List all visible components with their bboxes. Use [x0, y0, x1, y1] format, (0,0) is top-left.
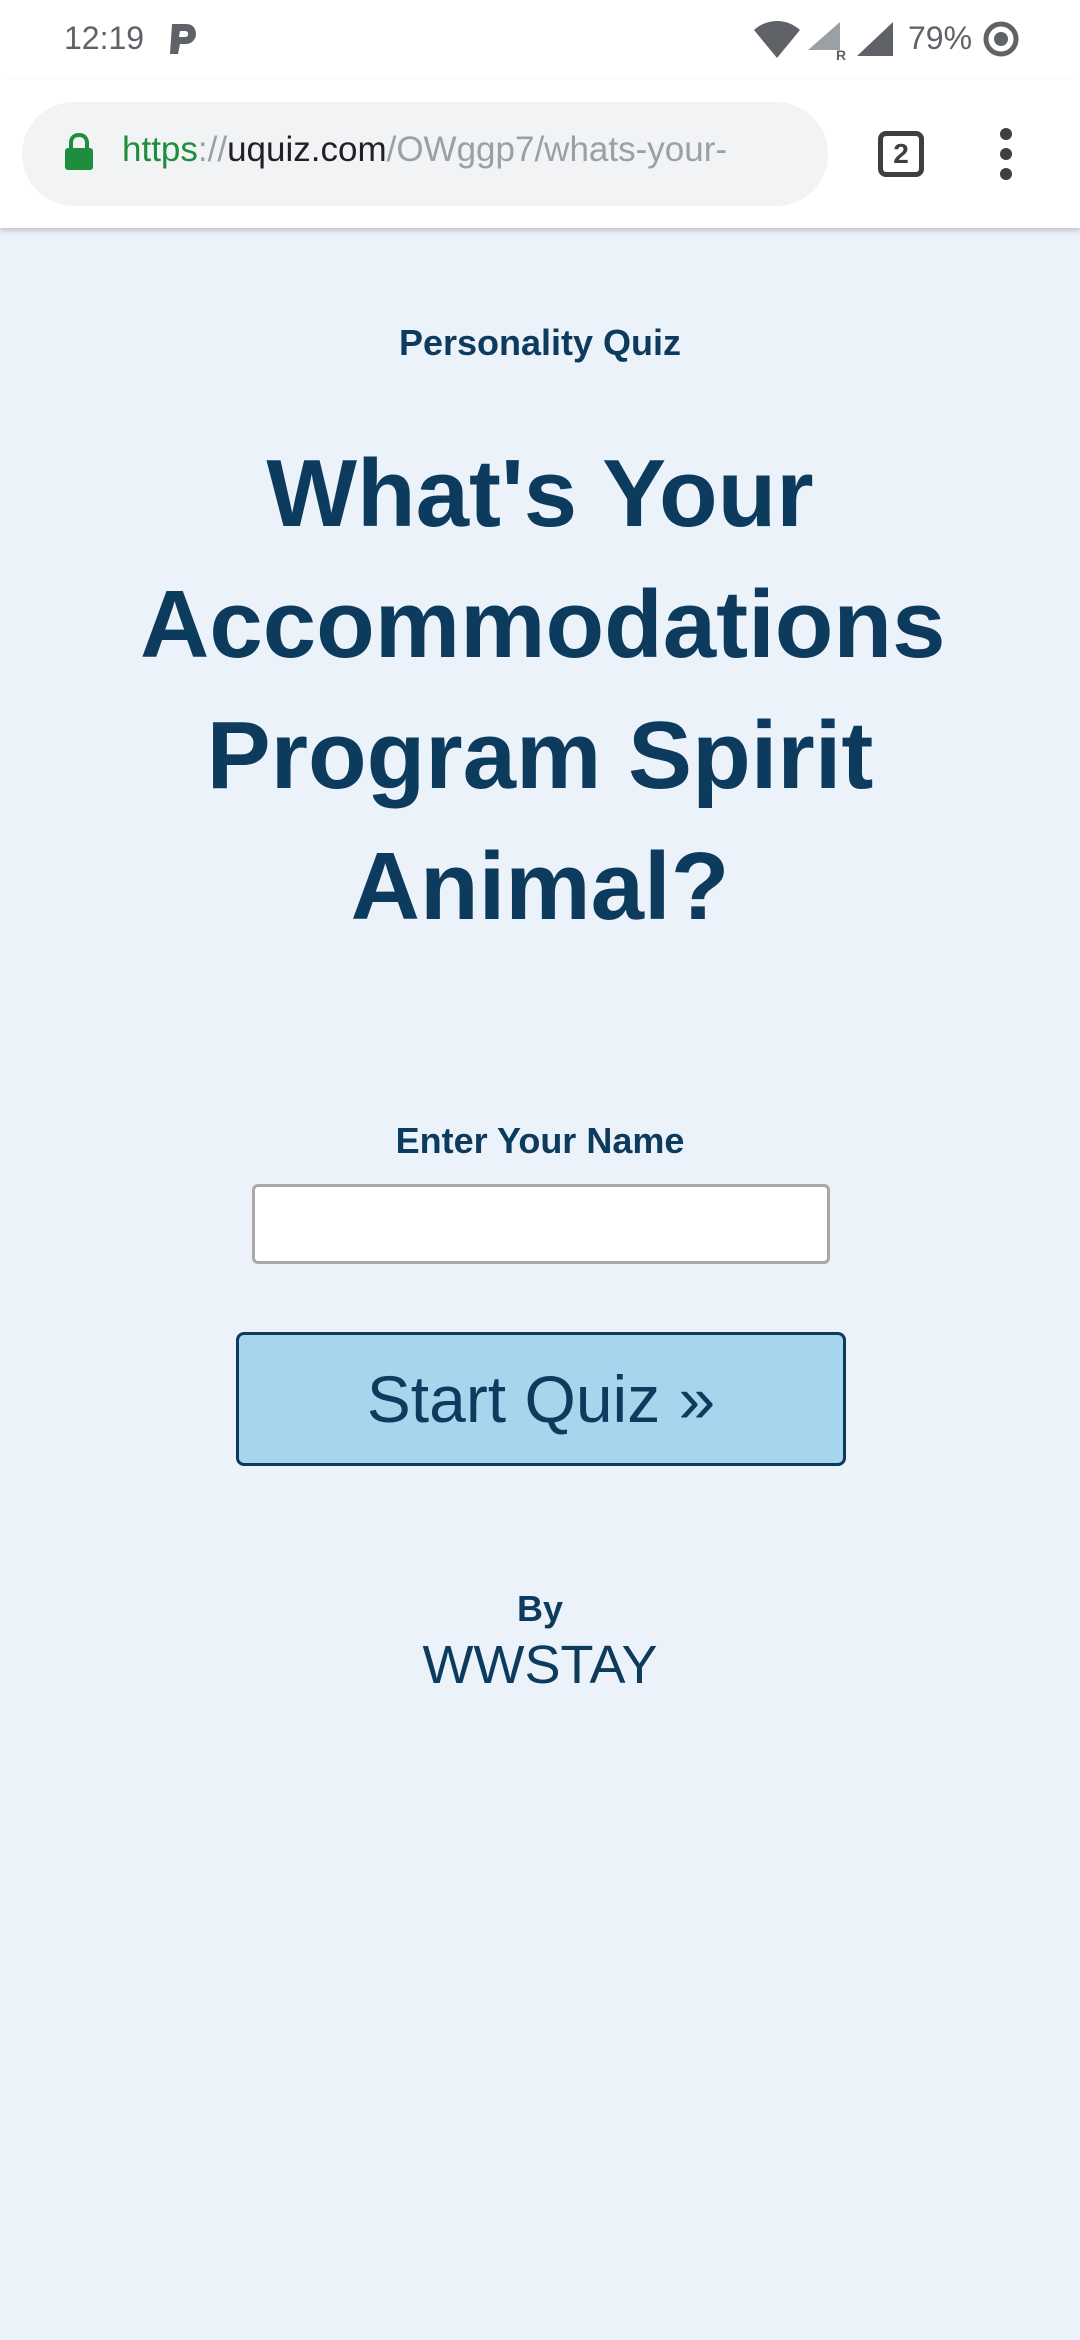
- url-scheme: https: [122, 130, 198, 169]
- tab-switcher-button[interactable]: 2: [878, 131, 924, 177]
- quiz-title: What's Your Accommodations Program Spiri…: [140, 440, 946, 940]
- svg-text:R: R: [836, 47, 846, 60]
- wifi-icon: [754, 21, 800, 58]
- by-label: By: [516, 1588, 564, 1629]
- start-quiz-button[interactable]: Start Quiz »: [236, 1332, 846, 1466]
- sync-icon: [983, 21, 1019, 57]
- name-field-label: Enter Your Name: [395, 1120, 685, 1161]
- author-name[interactable]: WWSTAY: [0, 1634, 1080, 1696]
- browser-toolbar: https://uquiz.com/OWggp7/whats-your- 2: [0, 80, 1080, 228]
- status-bar: 12:19 R 79%: [0, 0, 1080, 80]
- p-icon: [170, 24, 196, 54]
- quiz-type-label: Personality Quiz: [398, 322, 682, 363]
- status-time: 12:19: [64, 20, 145, 56]
- url-path: /OWggp7/whats-your-: [386, 130, 728, 169]
- url-bar[interactable]: https://uquiz.com/OWggp7/whats-your-: [22, 102, 828, 206]
- signal-r-icon: R: [808, 22, 846, 60]
- url-host: uquiz.com: [227, 130, 387, 169]
- url-separator: ://: [197, 130, 228, 169]
- lock-icon: [65, 132, 93, 170]
- menu-icon[interactable]: [994, 126, 1020, 182]
- name-input[interactable]: [252, 1184, 830, 1264]
- url-text[interactable]: https://uquiz.com/OWggp7/whats-your-: [122, 130, 822, 170]
- signal-icon: [857, 22, 893, 56]
- battery-percentage: 79%: [908, 20, 973, 56]
